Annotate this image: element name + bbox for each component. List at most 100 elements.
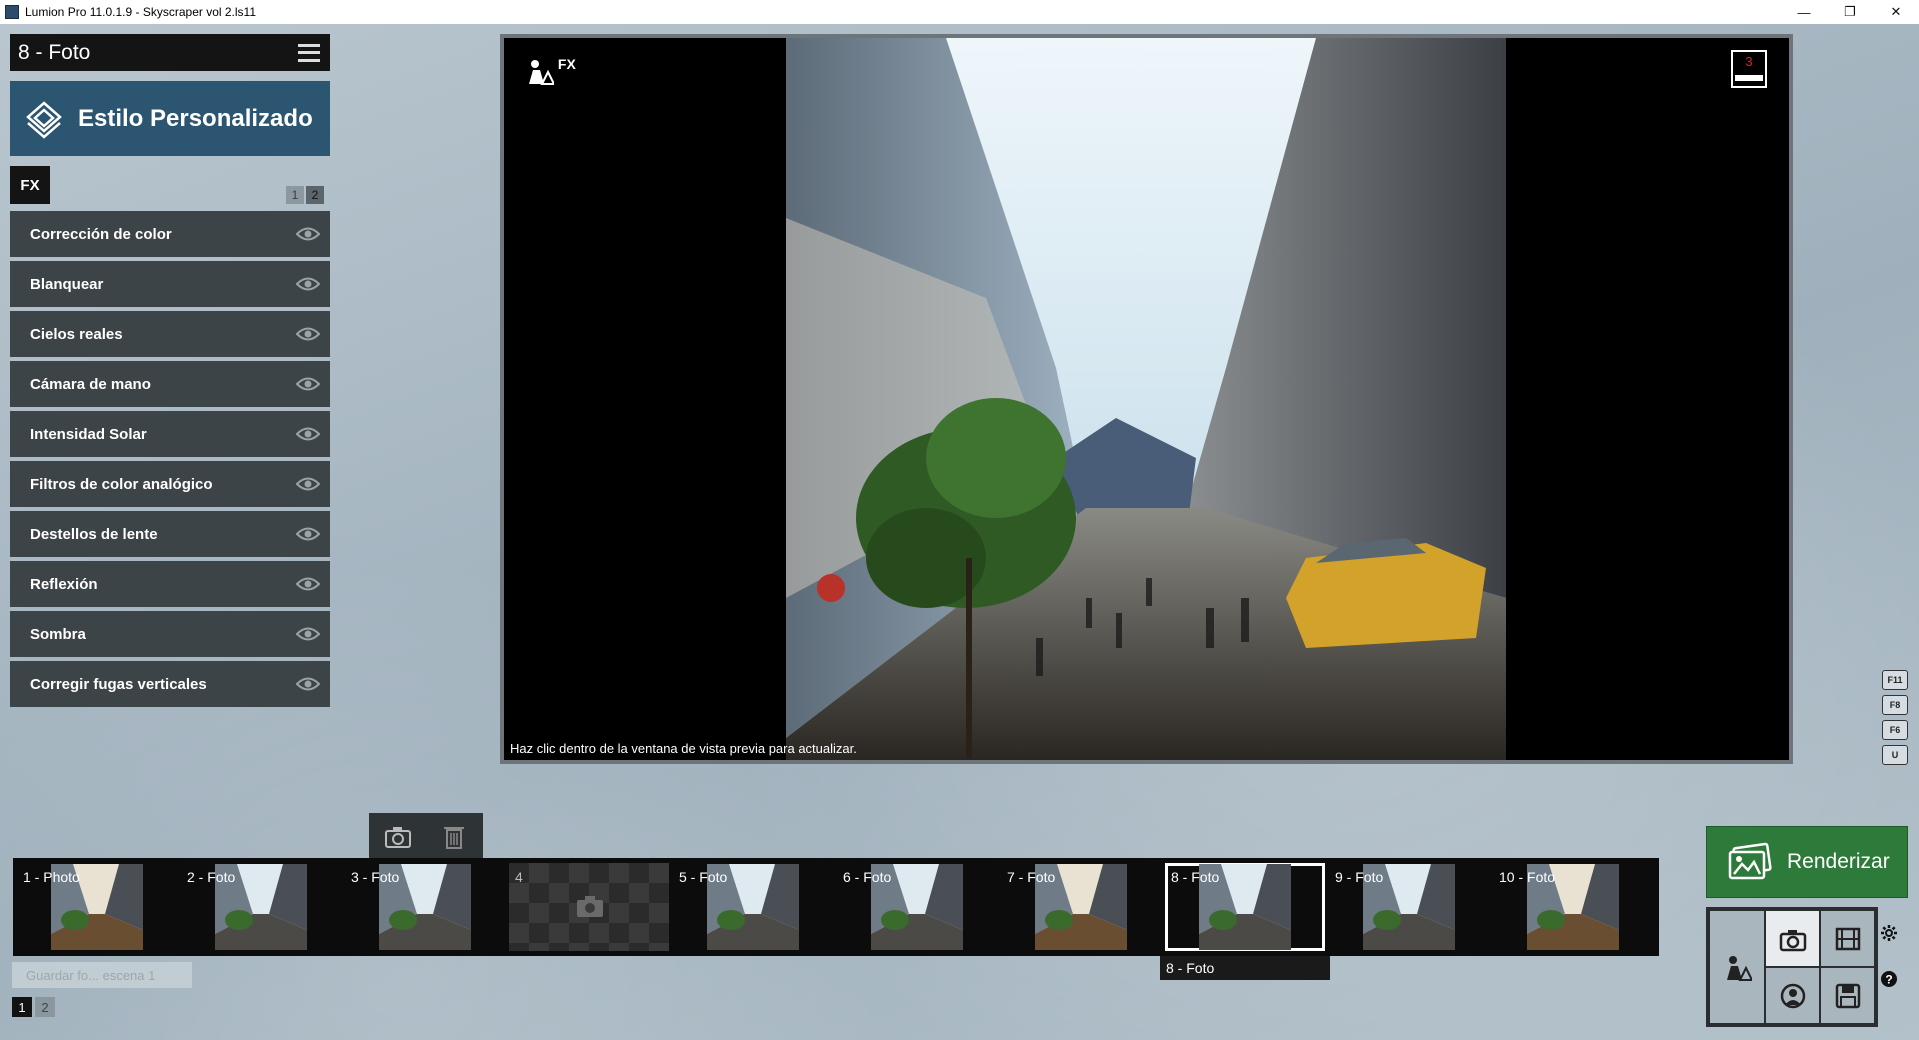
filmstrip-slot[interactable]: 9 - Foto: [1329, 863, 1489, 951]
eye-icon[interactable]: [296, 376, 320, 392]
settings-help-icons: ?: [1880, 924, 1898, 988]
camera-icon: [1779, 929, 1806, 951]
key-f6[interactable]: F6: [1882, 720, 1908, 740]
filmstrip-pagination: 1 2: [12, 997, 55, 1017]
close-icon[interactable]: ✕: [1873, 0, 1919, 24]
restore-icon[interactable]: ❐: [1827, 0, 1873, 24]
camera-icon[interactable]: [383, 822, 413, 850]
save-icon: [1835, 983, 1860, 1008]
effect-item[interactable]: Corregir fugas verticales: [10, 661, 330, 707]
effect-item[interactable]: Sombra: [10, 611, 330, 657]
fx-page-1[interactable]: 1: [286, 186, 304, 204]
key-f11[interactable]: F11: [1882, 670, 1908, 690]
worker-icon: [1727, 956, 1752, 981]
fx-pagination: 1 2: [286, 186, 324, 204]
quality-badge-value: 3: [1745, 54, 1753, 69]
filmstrip-slot[interactable]: 2 - Foto: [181, 863, 341, 951]
filmstrip-slot-label: 7 - Foto: [1007, 869, 1056, 885]
effect-item[interactable]: Reflexión: [10, 561, 330, 607]
effect-label: Sombra: [30, 625, 86, 643]
effect-item[interactable]: Corrección de color: [10, 211, 330, 257]
filmstrip-slot-label: 2 - Foto: [187, 869, 236, 885]
eye-icon[interactable]: [296, 326, 320, 342]
camera-icon: [577, 896, 603, 917]
effect-label: Corrección de color: [30, 225, 172, 243]
title-bar: Lumion Pro 11.0.1.9 - Skyscraper vol 2.l…: [0, 0, 1919, 24]
effect-label: Corregir fugas verticales: [30, 675, 207, 693]
filmstrip-slot[interactable]: 10 - Foto: [1493, 863, 1653, 951]
photo-filmstrip: 1 - Photo 2 - Foto 3 - Foto 4 5 - Foto 6 - Fo…: [13, 858, 1659, 956]
filmstrip-page-2[interactable]: 2: [35, 997, 55, 1017]
eye-icon[interactable]: [296, 576, 320, 592]
effect-label: Reflexión: [30, 575, 98, 593]
render-button[interactable]: Renderizar: [1706, 826, 1908, 898]
image-render-icon: [1728, 842, 1772, 880]
effect-label: Destellos de lente: [30, 525, 158, 543]
filmstrip-slot[interactable]: 8 - Foto: [1165, 863, 1325, 951]
key-u[interactable]: U: [1882, 745, 1908, 765]
filmstrip-slot[interactable]: 6 - Foto: [837, 863, 997, 951]
eye-icon[interactable]: [296, 676, 320, 692]
eye-icon[interactable]: [296, 626, 320, 642]
effects-list: Corrección de color Blanquear Cielos reale…: [10, 211, 330, 711]
fx-page-2[interactable]: 2: [306, 186, 324, 204]
eye-icon[interactable]: [296, 426, 320, 442]
save-scene-button[interactable]: Guardar fo... escena 1: [12, 962, 192, 988]
viewport-hint: Haz clic dentro de la ventana de vista p…: [510, 741, 857, 756]
viewport-fx-indicator: FX: [524, 56, 576, 86]
photo-mode-button[interactable]: [1766, 911, 1819, 966]
hamburger-menu-icon[interactable]: [298, 43, 320, 62]
movie-mode-button[interactable]: [1821, 911, 1874, 966]
viewport-fx-label: FX: [557, 56, 576, 72]
save-button[interactable]: [1821, 968, 1874, 1023]
effect-item[interactable]: Filtros de color analógico: [10, 461, 330, 507]
filmstrip-slot[interactable]: 1 - Photo: [17, 863, 177, 951]
help-icon[interactable]: ?: [1880, 970, 1898, 988]
filmstrip-slot[interactable]: 7 - Foto: [1001, 863, 1161, 951]
build-mode-button[interactable]: [1710, 911, 1764, 1023]
filmstrip-slot[interactable]: 4: [509, 863, 669, 951]
filmstrip-slot-label: 6 - Foto: [843, 869, 892, 885]
preview-viewport[interactable]: FX Haz clic dentro de la ventana de vist…: [500, 34, 1793, 764]
photo-title-bar: 8 - Foto: [10, 34, 330, 71]
effect-label: Cielos reales: [30, 325, 123, 343]
app-logo-icon: [5, 5, 19, 19]
svg-text:?: ?: [1885, 973, 1892, 987]
panorama-mode-button[interactable]: [1766, 968, 1819, 1023]
effect-item[interactable]: Destellos de lente: [10, 511, 330, 557]
effect-label: Cámara de mano: [30, 375, 151, 393]
eye-icon[interactable]: [296, 476, 320, 492]
gear-icon[interactable]: [1880, 924, 1898, 942]
effect-item[interactable]: Intensidad Solar: [10, 411, 330, 457]
effect-item[interactable]: Blanquear: [10, 261, 330, 307]
custom-style-button[interactable]: Estilo Personalizado: [10, 81, 330, 156]
filmstrip-slot[interactable]: 3 - Foto: [345, 863, 505, 951]
photo-title: 8 - Foto: [18, 40, 91, 64]
filmstrip-slot-label: 10 - Foto: [1499, 869, 1556, 885]
window-controls: — ❐ ✕: [1781, 0, 1919, 24]
filmstrip-slot-label: 9 - Foto: [1335, 869, 1384, 885]
eye-icon[interactable]: [296, 276, 320, 292]
filmstrip-slot-label: 4: [515, 869, 523, 885]
window-title: Lumion Pro 11.0.1.9 - Skyscraper vol 2.l…: [25, 5, 256, 19]
panorama-icon: [1780, 983, 1805, 1008]
camera-tools: [369, 813, 483, 858]
effect-item[interactable]: Cielos reales: [10, 311, 330, 357]
eye-icon[interactable]: [296, 226, 320, 242]
quality-badge[interactable]: 3: [1731, 50, 1767, 88]
filmstrip-slot[interactable]: 5 - Foto: [673, 863, 833, 951]
minimize-icon[interactable]: —: [1781, 0, 1827, 24]
layers-icon: [26, 100, 62, 139]
effect-label: Blanquear: [30, 275, 104, 293]
trash-icon[interactable]: [440, 822, 470, 850]
filmstrip-page-1[interactable]: 1: [12, 997, 32, 1017]
fx-tab[interactable]: FX: [10, 166, 50, 204]
shortcut-keys: F11 F8 F6 U: [1882, 670, 1908, 765]
filmstrip-slot-label: 8 - Foto: [1171, 869, 1220, 885]
effect-item[interactable]: Cámara de mano: [10, 361, 330, 407]
selected-photo-label: 8 - Foto: [1160, 956, 1330, 980]
eye-icon[interactable]: [296, 526, 320, 542]
render-label: Renderizar: [1787, 850, 1890, 873]
film-icon: [1835, 927, 1860, 950]
key-f8[interactable]: F8: [1882, 695, 1908, 715]
